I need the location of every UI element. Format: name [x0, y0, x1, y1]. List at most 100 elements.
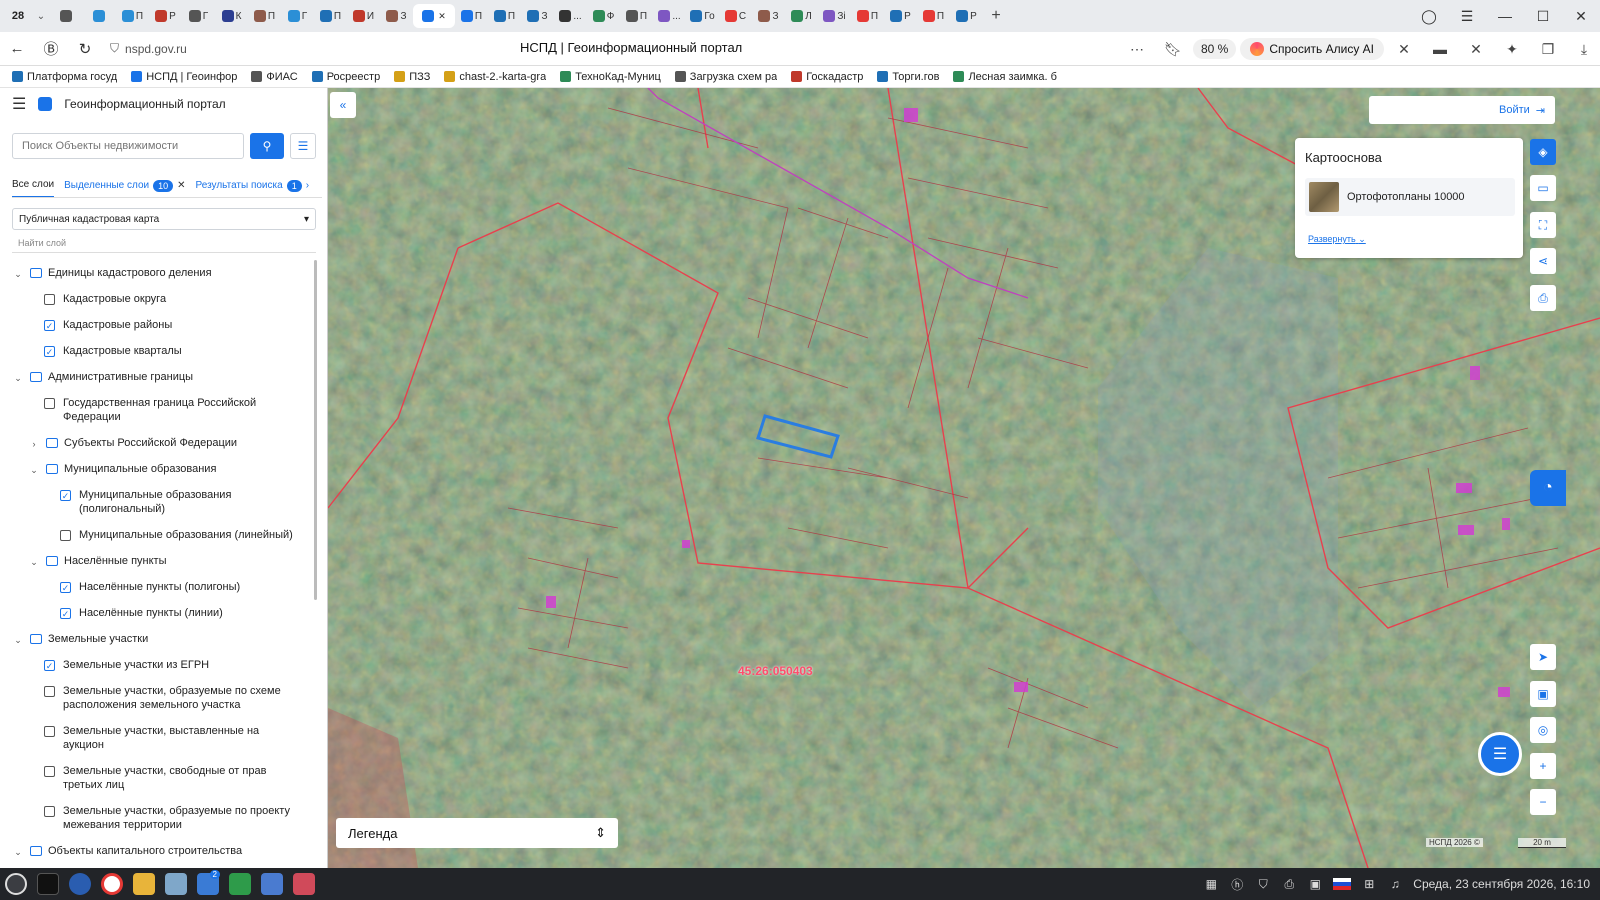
hamburger-menu-icon[interactable]: ☰ [12, 94, 26, 114]
chevron-down-icon[interactable]: ⌄ [28, 555, 40, 569]
browser-tab[interactable]: Л [785, 4, 818, 28]
browser-tab[interactable]: З [380, 4, 413, 28]
browser-tab[interactable]: С [719, 4, 752, 28]
game-button[interactable] [288, 870, 320, 898]
tab-count[interactable]: 28 [4, 5, 32, 27]
chevron-down-icon[interactable]: ⌄ [12, 371, 24, 385]
browser-tab[interactable] [83, 4, 116, 28]
bookmark-item[interactable]: Платформа госуд [12, 71, 117, 83]
text-editor-button[interactable]: 2 [192, 870, 224, 898]
bookmark-item[interactable]: НСПД | Геоинфор [131, 71, 237, 83]
bookmark-item[interactable]: ФИАС [251, 71, 298, 83]
tab-list-chevron-icon[interactable]: ⌄ [32, 11, 50, 22]
keyboard-layout-flag-icon[interactable] [1333, 878, 1352, 890]
layer-item[interactable]: Земельные участки, выставленные на аукци… [0, 718, 316, 758]
login-button[interactable]: Войти ⇥ [1369, 96, 1555, 124]
browser-tab[interactable]: Г [182, 4, 215, 28]
browser-tab[interactable]: П [851, 4, 884, 28]
browser-tab[interactable]: З [752, 4, 785, 28]
find-layer-input[interactable]: Найти слой [12, 236, 316, 253]
tab-all-layers[interactable]: Все слои [12, 174, 55, 197]
layer-checkbox[interactable] [44, 294, 55, 305]
layer-checkbox[interactable]: ✓ [60, 608, 71, 619]
address-bar[interactable]: ⛉ nspd.gov.ru [110, 41, 510, 56]
search-input[interactable] [12, 133, 244, 159]
layer-checkbox[interactable]: ✓ [60, 490, 71, 501]
layer-item[interactable]: Государственная граница Российской Федер… [0, 390, 316, 430]
browser-tab[interactable]: П [248, 4, 281, 28]
protect-icon[interactable]: Ⓑ [34, 38, 68, 59]
spreadsheet-button[interactable] [224, 870, 256, 898]
bookmark-item[interactable]: chast-2.-karta-gra [444, 71, 546, 83]
bookmark-item[interactable]: Госкадастр [791, 71, 863, 83]
bookmark-icon[interactable]: 🔖︎ [1157, 41, 1189, 58]
geolocate-button[interactable]: ➤ [1530, 644, 1556, 670]
basemap-expand-link[interactable]: Развернуть ⌄ [1308, 234, 1366, 245]
chevron-right-icon[interactable]: › [306, 180, 309, 191]
bookmark-item[interactable]: Лесная заимка. б [953, 71, 1057, 83]
cadastral-number-label[interactable]: 45:26:050403 [738, 664, 813, 678]
layers-tool-button[interactable]: ◈ [1530, 139, 1556, 165]
chevron-down-icon[interactable]: ⌄ [28, 463, 40, 477]
layer-checkbox[interactable] [44, 398, 55, 409]
layer-checkbox[interactable] [44, 766, 55, 777]
search-location-button[interactable]: ◎ [1530, 717, 1556, 743]
tab-search-results[interactable]: Результаты поиска 1 › [196, 174, 309, 197]
layer-item[interactable]: Земельные участки, образуемые по проекту… [0, 798, 316, 838]
layer-group[interactable]: ⌄ Населённые пункты [0, 548, 316, 574]
browser-tab[interactable]: Р [950, 4, 983, 28]
browser-tab[interactable]: И [347, 4, 380, 28]
layer-group[interactable]: ⌄ Административные границы [0, 364, 316, 390]
close-button[interactable]: ✕ [1562, 8, 1600, 25]
minimap-button[interactable]: ▣ [1530, 681, 1556, 707]
clipboard-icon[interactable]: ▣ [1307, 877, 1323, 891]
browser-tab[interactable]: ✕ [413, 4, 455, 28]
layer-item[interactable]: ✓ Населённые пункты (полигоны) [0, 574, 316, 600]
browser-tab[interactable]: К [215, 4, 248, 28]
share-tool-button[interactable]: ⋖ [1530, 248, 1556, 274]
layer-group[interactable]: ⌄ Единицы кадастрового деления [0, 260, 316, 286]
bookmark-item[interactable]: Росреестр [311, 71, 380, 83]
new-tab-button[interactable]: + [983, 7, 1009, 25]
zoom-in-button[interactable]: + [1530, 753, 1556, 779]
browser-tab[interactable]: Р [884, 4, 917, 28]
layer-item[interactable]: ✓ Кадастровые кварталы [0, 338, 316, 364]
sidebar-scrollbar[interactable] [314, 260, 317, 600]
bookmark-item[interactable]: Загрузка схем ра [674, 71, 777, 83]
chevron-down-icon[interactable]: ⌄ [12, 633, 24, 647]
alice-button[interactable]: Спросить Алису AI [1240, 38, 1384, 60]
layer-group[interactable]: ⌄ Земельные участки [0, 626, 316, 652]
clock[interactable]: Среда, 23 сентября 2026, 16:10 [1413, 877, 1590, 891]
menu-icon[interactable]: ☰ [1448, 8, 1486, 25]
print-tool-button[interactable]: ⎙ [1530, 285, 1556, 311]
layer-item[interactable]: Земельные участки, образуемые по схеме р… [0, 678, 316, 718]
layer-group[interactable]: › Субъекты Российской Федерации [0, 430, 316, 456]
browser-tab[interactable]: ... [653, 4, 686, 28]
layer-item[interactable]: Муниципальные образования (линейный) [0, 522, 316, 548]
layer-checkbox[interactable] [60, 530, 71, 541]
layer-checkbox[interactable] [44, 726, 55, 737]
zoom-out-button[interactable]: − [1530, 789, 1556, 815]
select-area-tool-button[interactable]: ⛶ [1530, 212, 1556, 238]
assistant-button[interactable]: ◔ [1530, 470, 1566, 506]
layer-item[interactable]: ✓ Кадастровые районы [0, 312, 316, 338]
bookmark-item[interactable]: Торги.гов [877, 71, 939, 83]
zoom-level[interactable]: 80 % [1192, 39, 1237, 59]
browser-tab[interactable]: П [488, 4, 521, 28]
start-menu-button[interactable] [0, 870, 32, 898]
browser-tab[interactable]: П [314, 4, 347, 28]
layer-checkbox[interactable] [44, 686, 55, 697]
download-icon[interactable]: ⤓ [1568, 41, 1600, 58]
extension-icon-2[interactable]: ▬ [1424, 41, 1456, 57]
map-type-select[interactable]: Публичная кадастровая карта ▾ [12, 208, 316, 230]
back-icon[interactable]: ← [0, 40, 34, 57]
layer-group[interactable]: ⌄ Муниципальные образования [0, 456, 316, 482]
chevron-down-icon[interactable]: ⌄ [12, 267, 24, 281]
layer-checkbox[interactable]: ✓ [44, 346, 55, 357]
yandex-browser-button[interactable] [96, 870, 128, 898]
printer-icon[interactable]: ⎙ [1281, 877, 1297, 892]
close-icon[interactable]: ✕ [177, 180, 185, 191]
network-icon[interactable]: ⊞ [1361, 877, 1377, 891]
chat-support-button[interactable]: ☰ [1478, 732, 1522, 776]
browser-tab[interactable] [50, 4, 83, 28]
